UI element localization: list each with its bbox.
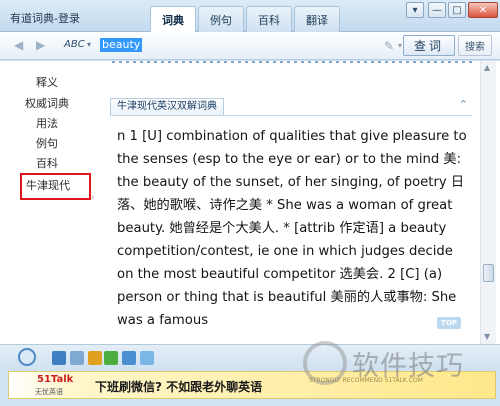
forward-arrow-icon[interactable]: ▶	[36, 38, 45, 52]
sidebar-item-usage[interactable]: 用法	[36, 115, 58, 131]
tab-encyclopedia[interactable]: 百科	[246, 6, 292, 32]
scroll-down-icon[interactable]: ▼	[484, 332, 490, 341]
dictionary-entry: n 1 [U] combination of qualities that gi…	[117, 125, 473, 344]
notes-icon[interactable]	[140, 351, 154, 365]
input-mode-chevron-down-icon[interactable]: ▾	[87, 40, 91, 49]
pen-icon[interactable]: ✎	[384, 39, 394, 53]
title-bar: 有道词典-登录 词典 例句 百科 翻译 ▾ — □ ✕	[0, 0, 500, 33]
divider	[112, 61, 472, 63]
translate-icon[interactable]	[122, 351, 136, 365]
scroll-up-icon[interactable]: ▲	[484, 63, 490, 72]
input-mode-icon[interactable]: ABC	[64, 39, 85, 50]
phrasebook-icon[interactable]	[104, 351, 118, 365]
sidebar-arrow-icon: ›	[91, 193, 95, 203]
lookup-button[interactable]: 查词	[403, 35, 455, 56]
vertical-scrollbar[interactable]: ▲ ▼	[480, 61, 496, 344]
scroll-thumb[interactable]	[483, 264, 494, 282]
selection-highlight-box	[20, 173, 91, 200]
tab-dictionary[interactable]: 词典	[150, 6, 196, 33]
screen-capture-icon[interactable]	[70, 351, 84, 365]
sidebar-item-authoritative-dict[interactable]: 权威词典	[25, 95, 69, 111]
back-arrow-icon[interactable]: ◀	[14, 38, 23, 52]
sidebar-item-encyclopedia[interactable]: 百科	[36, 155, 58, 171]
wordbook-icon[interactable]	[88, 351, 102, 365]
pen-chevron-down-icon[interactable]: ▾	[398, 41, 402, 50]
back-to-top-button[interactable]: TOP	[437, 317, 461, 329]
close-button[interactable]: ✕	[468, 2, 498, 18]
menu-dropdown-button[interactable]: ▾	[406, 2, 424, 18]
tab-examples[interactable]: 例句	[198, 6, 244, 32]
main-panel: 释义 权威词典 用法 例句 百科 牛津现代 › 牛津现代英汉双解词典 ⌃ n 1…	[0, 61, 500, 344]
sidebar: 释义 权威词典 用法 例句 百科 牛津现代 ›	[0, 61, 100, 344]
collapse-icon[interactable]: ⌃	[459, 98, 468, 111]
ad-headline[interactable]: 下班刷微信? 不如跟老外聊英语	[95, 378, 262, 395]
top-tabs: 词典 例句 百科 翻译	[150, 6, 342, 33]
sidebar-item-examples[interactable]: 例句	[36, 135, 58, 151]
app-title: 有道词典-登录	[10, 12, 80, 25]
tab-translate[interactable]: 翻译	[294, 6, 340, 32]
entry-text: n 1 [U] combination of qualities that gi…	[117, 129, 467, 328]
search-toolbar: ◀ ▶ ABC ▾ beauty ✎ ▾ 查词 搜索	[0, 32, 500, 60]
dictionary-section-header: 牛津现代英汉双解词典 ⌃	[110, 98, 472, 116]
word-book-icon[interactable]	[52, 351, 66, 365]
minimize-button[interactable]: —	[428, 2, 446, 18]
ad-logo: 51Talk	[37, 374, 74, 385]
mascot-icon[interactable]	[18, 348, 36, 366]
search-text-selection: beauty	[100, 38, 143, 52]
ad-logo-subtitle: 无忧英语	[35, 388, 63, 396]
watermark: 软件技巧	[352, 351, 464, 382]
search-button[interactable]: 搜索	[458, 35, 492, 56]
dictionary-title: 牛津现代英汉双解词典	[110, 98, 224, 115]
watermark-logo-icon	[303, 341, 347, 385]
maximize-button[interactable]: □	[448, 2, 466, 18]
sidebar-item-definition[interactable]: 释义	[36, 74, 58, 90]
